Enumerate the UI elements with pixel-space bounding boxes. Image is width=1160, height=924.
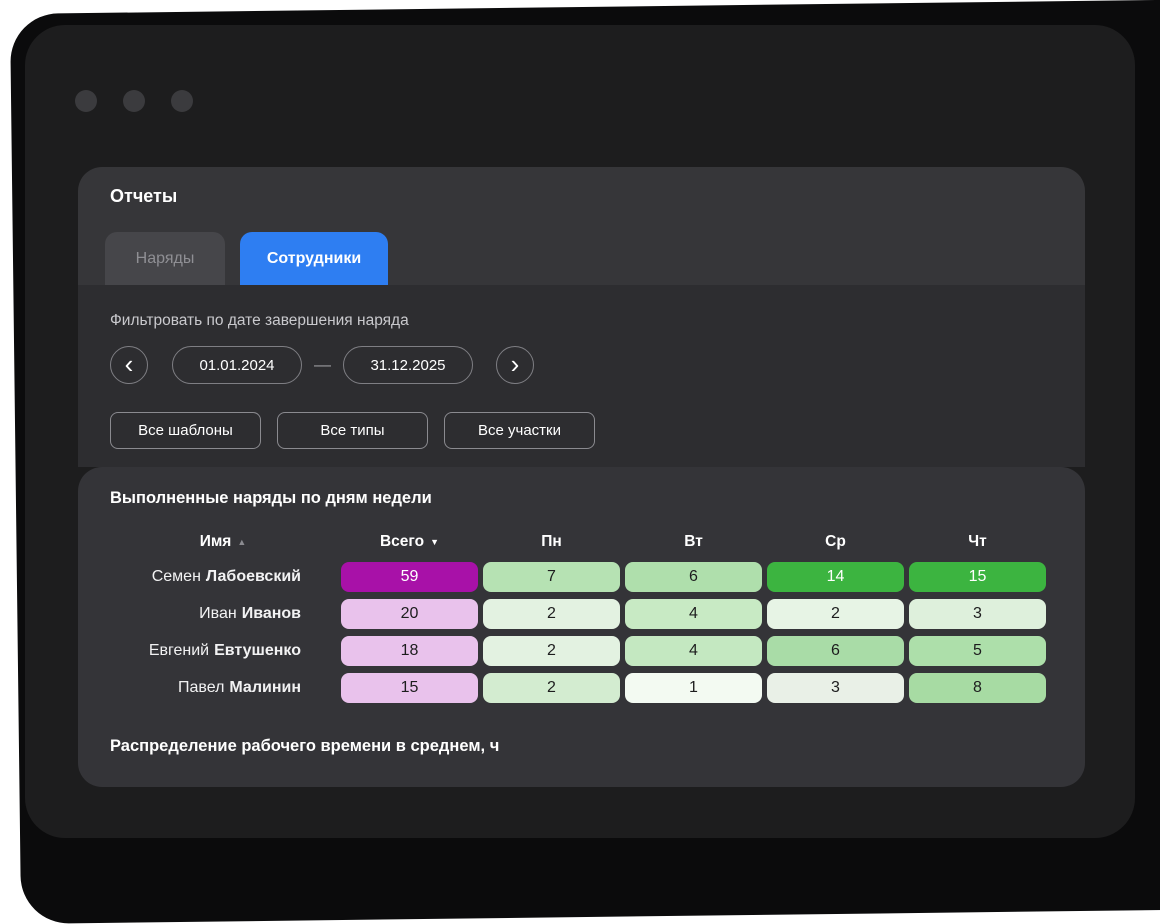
table-row: ИванИванов 20 2 4 2 3: [110, 599, 1046, 629]
total-cell: 15: [341, 673, 478, 703]
chevron-left-icon: ‹: [125, 351, 134, 380]
day-cell-thu: 15: [909, 562, 1046, 592]
filter-section: Фильтровать по дате завершения наряда ‹ …: [78, 285, 1085, 467]
window-dot-2: [123, 90, 145, 112]
reports-header: Отчеты Наряды Сотрудники: [78, 167, 1085, 285]
date-range-dash: —: [314, 355, 331, 375]
date-range-controls: ‹ 01.01.2024 — 31.12.2025 ›: [110, 346, 1053, 384]
report-title: Выполненные наряды по дням недели: [110, 489, 1053, 508]
day-cell-tue: 6: [625, 562, 762, 592]
tab-employees-label: Сотрудники: [267, 250, 361, 268]
day-cell-wed: 14: [767, 562, 904, 592]
table-body: СеменЛабоевский 59 7 6 14 15 ИванИванов …: [110, 562, 1046, 703]
tab-employees[interactable]: Сотрудники: [240, 232, 388, 285]
day-cell-mon: 2: [483, 636, 620, 666]
sites-filter-button[interactable]: Все участки: [444, 412, 595, 449]
tab-orders[interactable]: Наряды: [105, 232, 225, 285]
total-cell: 59: [341, 562, 478, 592]
day-cell-wed: 3: [767, 673, 904, 703]
day-cell-thu: 5: [909, 636, 1046, 666]
column-header-wed: Ср: [767, 532, 904, 552]
employee-name: ИванИванов: [110, 599, 336, 629]
table-row: ПавелМалинин 15 2 1 3 8: [110, 673, 1046, 703]
page-title: Отчеты: [110, 186, 177, 207]
chevron-right-icon: ›: [511, 351, 520, 380]
day-cell-mon: 2: [483, 673, 620, 703]
date-filter-label: Фильтровать по дате завершения наряда: [110, 312, 1053, 330]
day-cell-tue: 4: [625, 599, 762, 629]
column-header-name[interactable]: Имя ▲: [110, 532, 336, 552]
table-row: СеменЛабоевский 59 7 6 14 15: [110, 562, 1046, 592]
total-cell: 20: [341, 599, 478, 629]
date-to-input[interactable]: 31.12.2025: [343, 346, 473, 384]
report-panel: Выполненные наряды по дням недели Имя ▲ …: [78, 467, 1085, 787]
column-header-thu: Чт: [909, 532, 1046, 552]
app-window: Отчеты Наряды Сотрудники Фильтровать по …: [25, 25, 1135, 838]
sort-desc-icon: ▼: [430, 537, 439, 547]
day-cell-wed: 6: [767, 636, 904, 666]
window-dot-1: [75, 90, 97, 112]
day-cell-mon: 7: [483, 562, 620, 592]
next-period-button[interactable]: ›: [496, 346, 534, 384]
employee-name: ПавелМалинин: [110, 673, 336, 703]
day-cell-thu: 3: [909, 599, 1046, 629]
reports-app: Отчеты Наряды Сотрудники Фильтровать по …: [78, 167, 1085, 787]
employee-name: СеменЛабоевский: [110, 562, 336, 592]
table-header-row: Имя ▲ Всего ▼ Пн Вт Ср Чт: [110, 532, 1046, 552]
column-header-total[interactable]: Всего ▼: [341, 532, 478, 552]
tab-bar: Наряды Сотрудники: [105, 232, 388, 285]
templates-filter-button[interactable]: Все шаблоны: [110, 412, 261, 449]
employee-name: ЕвгенийЕвтушенко: [110, 636, 336, 666]
next-report-title: Распределение рабочего времени в среднем…: [110, 737, 1053, 756]
window-dot-3: [171, 90, 193, 112]
orders-by-weekday-table: Имя ▲ Всего ▼ Пн Вт Ср Чт СеменЛа: [110, 532, 1046, 703]
table-row: ЕвгенийЕвтушенко 18 2 4 6 5: [110, 636, 1046, 666]
sort-asc-icon: ▲: [237, 537, 246, 547]
window-controls: [75, 90, 219, 112]
types-filter-button[interactable]: Все типы: [277, 412, 428, 449]
day-cell-mon: 2: [483, 599, 620, 629]
prev-period-button[interactable]: ‹: [110, 346, 148, 384]
column-header-mon: Пн: [483, 532, 620, 552]
day-cell-thu: 8: [909, 673, 1046, 703]
filter-buttons: Все шаблоны Все типы Все участки: [110, 412, 1053, 449]
tab-orders-label: Наряды: [136, 250, 195, 268]
total-cell: 18: [341, 636, 478, 666]
day-cell-wed: 2: [767, 599, 904, 629]
day-cell-tue: 1: [625, 673, 762, 703]
column-header-tue: Вт: [625, 532, 762, 552]
day-cell-tue: 4: [625, 636, 762, 666]
date-from-input[interactable]: 01.01.2024: [172, 346, 302, 384]
